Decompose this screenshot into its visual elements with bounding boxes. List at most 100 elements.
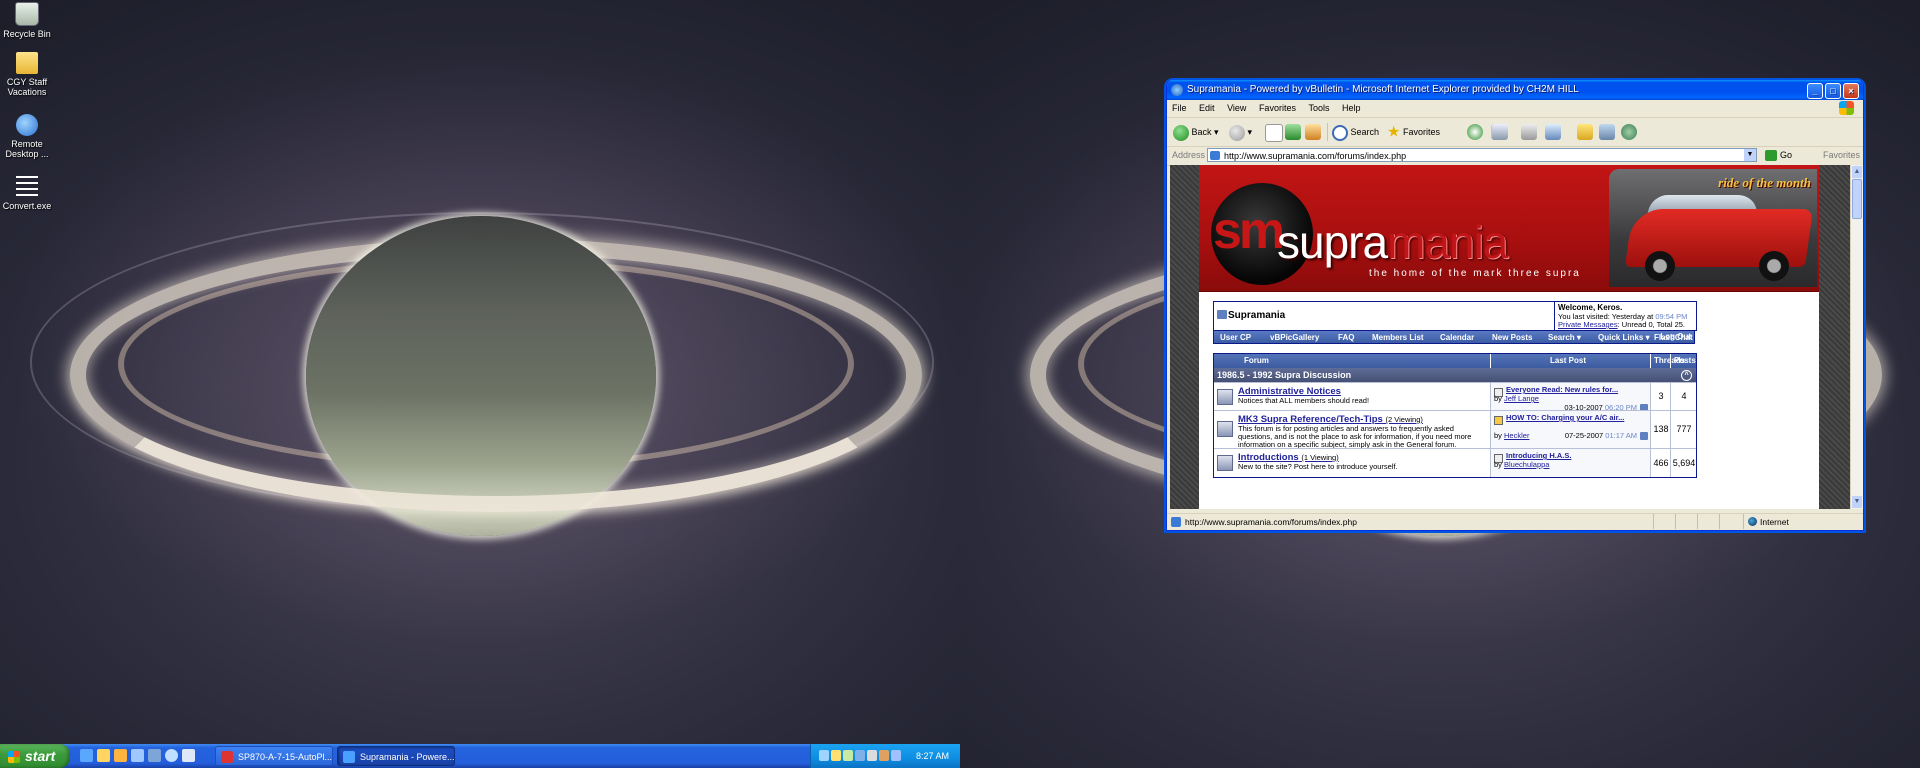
exe-icon [16,176,38,198]
forward-button[interactable]: ▾ [1229,123,1252,141]
menu-tools[interactable]: Tools [1308,103,1329,113]
zone-label: Internet [1760,517,1789,527]
thread-count: 3 [1650,383,1671,410]
page-icon [1210,151,1220,160]
car-wheel [1645,251,1675,281]
nav-faq[interactable]: FAQ [1338,331,1354,345]
refresh-quicklaunch-icon[interactable] [165,749,178,762]
nav-search[interactable]: Search ▾ [1548,331,1581,345]
nav-calendar[interactable]: Calendar [1440,331,1474,345]
explorer-quicklaunch-icon[interactable] [97,749,110,762]
search-button[interactable]: Search [1327,123,1379,141]
mail-icon[interactable] [1491,124,1508,140]
desktop-icon-remote-desktop[interactable]: Remote Desktop ... [0,114,57,159]
collapse-icon[interactable]: ^ [1681,370,1692,381]
last-post-link[interactable]: HOW TO: Charging your A/C air... [1506,413,1624,422]
private-messages-link[interactable]: Private Messages [1558,320,1618,329]
scroll-thumb[interactable] [1852,179,1862,219]
security-zone[interactable]: Internet [1743,514,1863,529]
nav-members-list[interactable]: Members List [1372,331,1424,345]
print-icon[interactable] [1521,124,1537,140]
site-tagline: the home of the mark three supra [1369,268,1581,279]
start-label: start [25,748,56,764]
favorites-link[interactable]: Favorites [1823,150,1860,160]
security-tray-icon[interactable] [831,750,841,761]
close-button[interactable]: × [1843,83,1859,99]
ie-window: Supramania - Powered by vBulletin - Micr… [1166,80,1864,531]
pm-stats: : Unread 0, Total 25. [1617,320,1686,329]
menu-view[interactable]: View [1227,103,1246,113]
menu-favorites[interactable]: Favorites [1259,103,1296,113]
menu-help[interactable]: Help [1342,103,1361,113]
desktop-icon-label: Remote Desktop ... [5,139,49,159]
last-post-user-link[interactable]: Bluechulappa [1504,460,1549,469]
site-logo-text[interactable]: supramania [1277,215,1508,269]
stop-icon[interactable] [1265,124,1283,142]
last-post-link[interactable]: Introducing H.A.S. [1506,451,1571,460]
refresh-icon[interactable] [1285,124,1301,140]
back-button[interactable]: Back ▾ [1173,123,1219,141]
forum-page: sm supramania the home of the mark three… [1199,165,1819,509]
category-row[interactable]: 1986.5 - 1992 Supra Discussion ^ [1214,368,1696,382]
display-tray-icon[interactable] [855,750,865,761]
update-tray-icon[interactable] [843,750,853,761]
page-icon [1171,517,1181,527]
windows-logo-icon [1839,101,1854,115]
status-text: http://www.supramania.com/forums/index.p… [1185,517,1357,527]
nav-user-cp[interactable]: User CP [1220,331,1251,345]
go-button[interactable]: Go [1765,150,1792,162]
volume-tray-icon[interactable] [867,750,877,761]
favorites-button[interactable]: ★ Favorites [1387,123,1440,141]
home-icon[interactable] [1305,124,1321,140]
nav-quick-links[interactable]: Quick Links ▾ [1598,331,1650,345]
start-button[interactable]: start [0,744,70,768]
minimize-button[interactable]: _ [1807,83,1823,99]
ride-of-month-image[interactable]: ride of the month [1609,169,1817,287]
address-dropdown-icon[interactable]: ▼ [1744,149,1756,161]
edit-icon[interactable] [1545,124,1561,140]
network-tray-icon[interactable] [819,750,829,761]
forum-description: Notices that ALL members should read! [1238,396,1370,405]
desktop-icon-recycle-bin[interactable]: Recycle Bin [0,2,57,39]
scroll-up-icon[interactable]: ▲ [1852,166,1862,178]
star-icon: ★ [1387,123,1401,141]
maximize-button[interactable]: □ [1825,83,1841,99]
last-post-user-link[interactable]: Jeff Lange [1504,394,1539,403]
last-post-user-link[interactable]: Heckler [1504,431,1529,440]
search-label: Search [1350,127,1380,137]
title-bar[interactable]: Supramania - Powered by vBulletin - Micr… [1167,80,1863,100]
research-icon[interactable] [1599,124,1615,140]
scroll-down-icon[interactable]: ▼ [1852,496,1862,508]
remote-desktop-icon [16,114,38,136]
welcome-panel: Welcome, Keros. You last visited: Yester… [1554,302,1696,330]
folder-icon[interactable] [1577,124,1593,140]
desktop-icon-label: Recycle Bin [3,29,51,39]
antivirus-tray-icon[interactable] [879,750,889,761]
messenger-icon[interactable] [1621,124,1637,140]
nav-vbpicgallery[interactable]: vBPicGallery [1270,331,1319,345]
show-desktop-icon[interactable] [131,749,144,762]
breadcrumb[interactable]: Supramania [1228,310,1285,321]
header-forum: Forum [1244,356,1269,365]
nav-new-posts[interactable]: New Posts [1492,331,1532,345]
desktop-icon-vacations[interactable]: CGY Staff Vacations [0,52,57,97]
address-input[interactable]: http://www.supramania.com/forums/index.p… [1207,148,1757,162]
clock[interactable]: 8:27 AM [916,744,949,768]
desktop-icon-convert-exe[interactable]: Convert.exe [0,176,57,211]
menu-edit[interactable]: Edit [1199,103,1215,113]
history-icon[interactable] [1467,124,1483,140]
taskbar-item-supramania[interactable]: Supramania - Powere... [337,746,455,766]
word-quicklaunch-icon[interactable] [182,749,195,762]
last-post-link[interactable]: Everyone Read: New rules for... [1506,385,1618,394]
task-label: Supramania - Powere... [360,752,455,762]
ie-icon [1171,84,1183,96]
outlook-quicklaunch-icon[interactable] [114,749,127,762]
taskbar-item-pdf[interactable]: SP870-A-7-15-AutoPl... [215,746,333,766]
menu-file[interactable]: File [1172,103,1187,113]
nav-log-out[interactable]: Log Out [1659,330,1695,344]
vertical-scrollbar[interactable]: ▲ ▼ [1850,165,1863,509]
tool-quicklaunch-icon[interactable] [148,749,161,762]
language-tray-icon[interactable] [891,750,901,761]
ie-quicklaunch-icon[interactable] [80,749,93,762]
goto-last-post-icon[interactable] [1640,432,1648,440]
